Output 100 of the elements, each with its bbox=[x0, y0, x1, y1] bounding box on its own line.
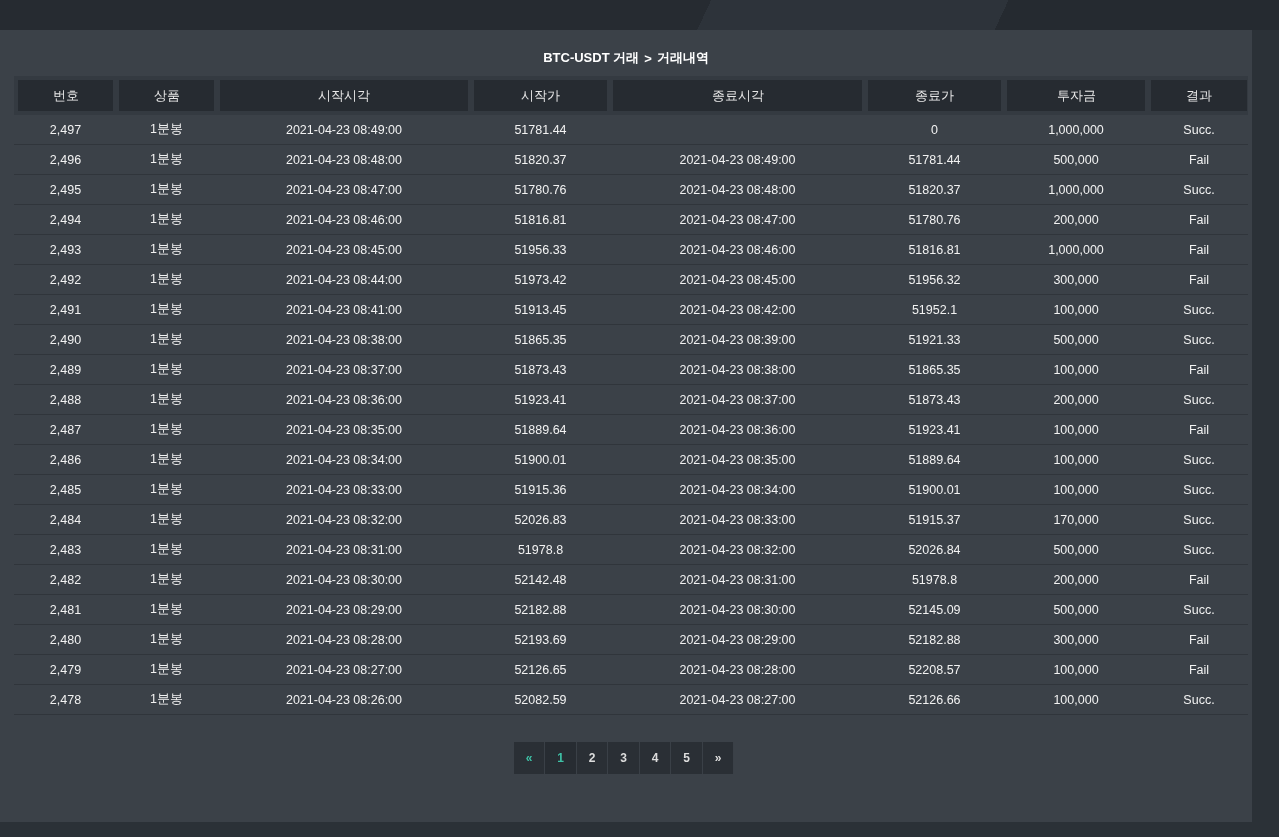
table-cell-text: 1분봉 bbox=[149, 211, 184, 228]
table-cell-text: Fail bbox=[1187, 421, 1211, 439]
table-cell-text: 52208.57 bbox=[907, 661, 962, 679]
table-cell-text: 51781.44 bbox=[513, 121, 568, 139]
table-cell-text: 2,484 bbox=[48, 511, 83, 529]
table-cell-text: 2021-04-23 08:48:00 bbox=[678, 181, 797, 199]
table-cell-text: 51973.42 bbox=[513, 271, 568, 289]
table-cell-text: 100,000 bbox=[1052, 451, 1100, 469]
table-cell-text: 2021-04-23 08:37:00 bbox=[284, 361, 404, 379]
breadcrumb-title[interactable]: BTC-USDT 거래 bbox=[543, 49, 640, 67]
table-cell-text: 2,482 bbox=[48, 571, 83, 589]
table-cell-text: 2021-04-23 08:35:00 bbox=[284, 421, 404, 439]
table-cell-text: Succ. bbox=[1182, 601, 1216, 619]
table-cell-text: 2,495 bbox=[48, 181, 83, 199]
table-cell-text: 2,494 bbox=[48, 211, 83, 229]
table-cell-text: Fail bbox=[1187, 361, 1211, 379]
table-cell-text: Succ. bbox=[1182, 691, 1216, 709]
table-cell-text: 51952.1 bbox=[910, 301, 959, 319]
column-header: 번호 bbox=[18, 80, 113, 111]
table-cell-text: 1,000,000 bbox=[1047, 241, 1105, 259]
table-cell-text: 1분봉 bbox=[149, 481, 184, 498]
table-cell-text: 2021-04-23 08:45:00 bbox=[284, 241, 404, 259]
table-cell-text: 2,486 bbox=[48, 451, 83, 469]
page-button[interactable]: 2 bbox=[576, 742, 609, 774]
page-button[interactable]: 5 bbox=[671, 742, 703, 774]
table-cell-text: 500,000 bbox=[1052, 151, 1100, 169]
table-cell-text: 2,496 bbox=[48, 151, 83, 169]
table-cell-text: 200,000 bbox=[1052, 571, 1100, 589]
table-cell-text: Fail bbox=[1187, 661, 1211, 679]
table-cell-text: 0 bbox=[930, 121, 939, 139]
table-cell-text: 51913.45 bbox=[513, 301, 568, 319]
page-button[interactable]: 3 bbox=[608, 742, 640, 774]
table-cell-text: Succ. bbox=[1182, 391, 1216, 409]
table-cell-text: 51780.76 bbox=[907, 211, 962, 229]
table-cell-text: 300,000 bbox=[1052, 271, 1100, 289]
table-cell-text: 2,490 bbox=[48, 331, 83, 349]
table-cell-text: 51921.33 bbox=[907, 331, 962, 349]
table-cell-text: 2,487 bbox=[48, 421, 83, 439]
table-cell-text: 51865.35 bbox=[513, 331, 568, 349]
column-header: 종료시각 bbox=[613, 80, 862, 111]
table-cell-text: 100,000 bbox=[1052, 661, 1100, 679]
table-cell-text: 51923.41 bbox=[513, 391, 568, 409]
table-cell-text: 2021-04-23 08:49:00 bbox=[284, 121, 404, 139]
table-cell-text: 1분봉 bbox=[149, 151, 184, 168]
table-cell-text: 2021-04-23 08:30:00 bbox=[678, 601, 797, 619]
table-cell-text: 52142.48 bbox=[513, 571, 568, 589]
table-cell-text: 51820.37 bbox=[513, 151, 568, 169]
table-cell-text: 51889.64 bbox=[907, 451, 962, 469]
table-cell-text: 2021-04-23 08:36:00 bbox=[284, 391, 404, 409]
table-cell-text: 52193.69 bbox=[513, 631, 568, 649]
breadcrumb-current: 거래내역 bbox=[656, 49, 709, 67]
table-cell-text: 1분봉 bbox=[149, 511, 184, 528]
table-cell-text: 500,000 bbox=[1052, 541, 1100, 559]
table-cell-text: 2021-04-23 08:33:00 bbox=[284, 481, 404, 499]
table-cell-text: 2021-04-23 08:29:00 bbox=[678, 631, 797, 649]
page-button[interactable]: « bbox=[513, 742, 546, 774]
table-cell-text: 1분봉 bbox=[149, 541, 184, 558]
table-cell-text: Succ. bbox=[1182, 121, 1216, 139]
table-cell-text: 1분봉 bbox=[149, 571, 184, 588]
table-cell-text: 2021-04-23 08:26:00 bbox=[284, 691, 404, 709]
table-cell-text: Succ. bbox=[1182, 541, 1216, 559]
table-cell-text: 1분봉 bbox=[149, 421, 184, 438]
table-cell-text: 1분봉 bbox=[149, 391, 184, 408]
table-cell-text: 51780.76 bbox=[513, 181, 568, 199]
table-cell-text: 2021-04-23 08:28:00 bbox=[284, 631, 404, 649]
table-cell-text: 2,481 bbox=[48, 601, 83, 619]
table-cell-text: 1분봉 bbox=[149, 661, 184, 678]
table-cell-text: 200,000 bbox=[1052, 211, 1100, 229]
table-cell-text: 2021-04-23 08:32:00 bbox=[284, 511, 404, 529]
table-cell-text: 200,000 bbox=[1052, 391, 1100, 409]
table-cell-text: 51956.32 bbox=[907, 271, 962, 289]
table-cell-text: 51820.37 bbox=[907, 181, 962, 199]
column-header: 투자금 bbox=[1007, 80, 1145, 111]
table-cell-text: 2021-04-23 08:41:00 bbox=[284, 301, 404, 319]
page-button[interactable]: 1 bbox=[545, 742, 577, 774]
table-cell-text: Succ. bbox=[1182, 301, 1216, 319]
table-cell-text: 52126.66 bbox=[907, 691, 962, 709]
table-cell-text: 100,000 bbox=[1052, 481, 1100, 499]
table-cell-text: 2021-04-23 08:46:00 bbox=[284, 211, 404, 229]
table-cell-text: Fail bbox=[1187, 271, 1211, 289]
table-cell-text: 2021-04-23 08:44:00 bbox=[284, 271, 404, 289]
table-cell-text: 2,491 bbox=[48, 301, 83, 319]
table-cell-text: 2021-04-23 08:36:00 bbox=[678, 421, 797, 439]
column-header: 시작시각 bbox=[220, 80, 468, 111]
table-cell-text: 2,479 bbox=[48, 661, 83, 679]
table-cell-text: 52145.09 bbox=[907, 601, 962, 619]
table-cell-text: 52182.88 bbox=[513, 601, 568, 619]
table-cell-text: 1분봉 bbox=[149, 121, 184, 138]
page-button[interactable]: » bbox=[702, 742, 735, 774]
table-cell-text: 51816.81 bbox=[907, 241, 962, 259]
table-cell-text: Fail bbox=[1187, 571, 1211, 589]
table-cell-text: Succ. bbox=[1182, 511, 1216, 529]
table-cell-text: 51900.01 bbox=[513, 451, 568, 469]
table-cell-text: 2021-04-23 08:45:00 bbox=[678, 271, 797, 289]
table-cell-text: Succ. bbox=[1182, 331, 1216, 349]
table-cell-text: 2021-04-23 08:34:00 bbox=[284, 451, 404, 469]
table-cell-text: 2,478 bbox=[48, 691, 83, 709]
table-cell-text: 51923.41 bbox=[907, 421, 962, 439]
page-button[interactable]: 4 bbox=[639, 742, 672, 774]
table-cell-text: 1분봉 bbox=[149, 241, 184, 258]
